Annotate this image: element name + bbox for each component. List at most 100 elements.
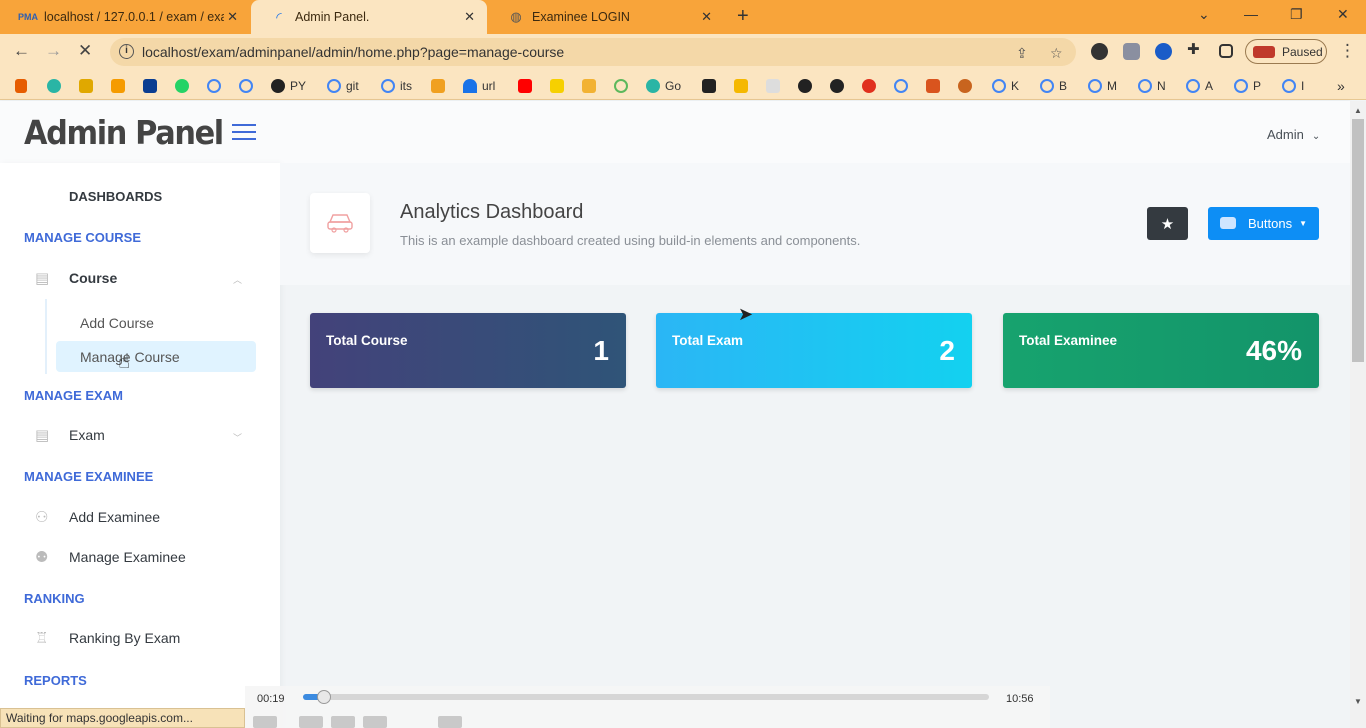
video-total: 10:56 xyxy=(1006,693,1034,705)
site-info-icon[interactable]: i xyxy=(119,44,134,59)
menu-icon[interactable]: ⋮ xyxy=(1339,41,1356,61)
settings-icon[interactable] xyxy=(438,716,462,728)
bookmark-item[interactable] xyxy=(734,78,753,94)
close-icon[interactable]: ✕ xyxy=(464,9,475,25)
rewind-icon[interactable] xyxy=(299,716,323,728)
avatar xyxy=(1253,46,1275,58)
bookmark-a[interactable]: A xyxy=(1186,78,1213,94)
bookmark-item[interactable] xyxy=(79,78,98,94)
bookmark-py[interactable]: PY xyxy=(271,78,306,94)
forward-icon[interactable]: → xyxy=(45,41,62,61)
business-icon xyxy=(1220,217,1236,229)
stop-icon[interactable] xyxy=(331,716,355,728)
bookmark-k[interactable]: K xyxy=(992,78,1019,94)
sidebar-item-add-course[interactable]: Add Course xyxy=(80,315,154,331)
bookmark-item[interactable] xyxy=(798,78,817,94)
user-dropdown[interactable]: Admin ⌄ xyxy=(1267,127,1320,142)
share-icon[interactable]: ⇪ xyxy=(1016,45,1028,62)
more-bookmarks-icon[interactable]: » xyxy=(1337,78,1345,94)
sidebar-item-exam[interactable]: ▤ Exam xyxy=(35,427,105,444)
sidebar-item-ranking-by-exam[interactable]: ♖ Ranking By Exam xyxy=(35,630,181,647)
bookmark-item[interactable] xyxy=(926,78,945,94)
sidebar-item-label: Ranking By Exam xyxy=(69,630,181,646)
vertical-scrollbar[interactable]: ▲ ▼ xyxy=(1350,101,1366,728)
tab-examinee-login[interactable]: ◍ Examinee LOGIN ✕ xyxy=(488,0,724,34)
scroll-up-icon[interactable]: ▲ xyxy=(1354,106,1362,115)
scrollbar-thumb[interactable] xyxy=(1352,119,1364,362)
pause-icon[interactable] xyxy=(253,716,277,728)
profile-button[interactable]: Paused xyxy=(1245,39,1327,64)
scroll-down-icon[interactable]: ▼ xyxy=(1354,697,1362,706)
sidebar-heading-dashboards[interactable]: DASHBOARDS xyxy=(69,189,162,204)
bookmark-item[interactable] xyxy=(958,78,977,94)
bookmark-item[interactable] xyxy=(15,78,32,94)
close-icon[interactable]: ✕ xyxy=(701,9,712,25)
add-user-icon: ⚇ xyxy=(35,509,49,526)
window-close-icon[interactable]: ✕ xyxy=(1337,6,1349,23)
bookmark-item[interactable] xyxy=(614,78,633,94)
bookmark-item[interactable] xyxy=(143,78,162,94)
bookmark-item[interactable] xyxy=(431,78,450,94)
video-seek-handle[interactable] xyxy=(316,690,331,704)
card-label: Total Course xyxy=(326,333,408,348)
sidebar-item-course[interactable]: ▤ Course xyxy=(35,270,117,287)
bookmark-its[interactable]: its xyxy=(381,78,412,94)
tab-phpmyadmin[interactable]: PMA localhost / 127.0.0.1 / exam / exa ✕ xyxy=(0,0,250,34)
close-icon[interactable]: ✕ xyxy=(227,9,238,25)
submenu-line xyxy=(45,299,47,374)
tab-title: Admin Panel. xyxy=(295,10,370,24)
favorite-button[interactable]: ★ xyxy=(1147,207,1188,240)
whatsapp-icon[interactable] xyxy=(175,78,194,94)
bookmark-p[interactable]: P xyxy=(1234,78,1261,94)
google-icon[interactable] xyxy=(894,78,913,94)
video-elapsed: 00:19 xyxy=(257,693,285,705)
google-icon xyxy=(1234,79,1248,93)
sidebar-heading-reports: REPORTS xyxy=(24,673,87,688)
bookmark-b[interactable]: B xyxy=(1040,78,1067,94)
document-icon: ▤ xyxy=(35,427,50,444)
minimize-icon[interactable]: — xyxy=(1244,6,1258,22)
app-logo[interactable]: Admin Panel xyxy=(24,113,224,152)
bookmark-item[interactable] xyxy=(111,78,130,94)
buttons-dropdown[interactable]: Buttons ▼ xyxy=(1208,207,1319,240)
sidepanel-icon[interactable] xyxy=(1219,44,1233,58)
sidebar-item-add-examinee[interactable]: ⚇ Add Examinee xyxy=(35,509,160,526)
bookmark-git[interactable]: git xyxy=(327,78,359,94)
bookmark-go[interactable]: Go xyxy=(646,78,681,94)
sidebar-item-manage-examinee[interactable]: ⚉ Manage Examinee xyxy=(35,549,186,566)
bookmark-n[interactable]: N xyxy=(1138,78,1166,94)
bookmark-item[interactable] xyxy=(702,78,721,94)
panda-extension-icon[interactable] xyxy=(1091,43,1108,60)
bookmark-item[interactable] xyxy=(766,78,785,94)
google-icon[interactable] xyxy=(239,78,258,94)
wifi-icon xyxy=(463,79,477,93)
bookmarks-bar: PY git its url Go K B M N A P I » xyxy=(0,70,1366,100)
bookmark-item[interactable] xyxy=(830,78,849,94)
restore-icon[interactable]: ❐ xyxy=(1290,6,1303,23)
bookmark-item[interactable] xyxy=(862,78,881,94)
bookmark-item[interactable] xyxy=(582,78,601,94)
bookmark-url[interactable]: url xyxy=(463,78,495,94)
back-icon[interactable]: ← xyxy=(13,41,30,61)
card-label: Total Examinee xyxy=(1019,333,1118,348)
url-input[interactable]: i localhost/exam/adminpanel/admin/home.p… xyxy=(110,38,1076,66)
at-extension-icon[interactable] xyxy=(1155,43,1172,60)
new-tab-icon[interactable]: + xyxy=(737,5,749,28)
bookmark-m[interactable]: M xyxy=(1088,78,1117,94)
stop-loading-icon[interactable]: ✕ xyxy=(78,41,92,61)
user-name: Admin xyxy=(1267,127,1304,142)
tab-admin-panel[interactable]: ◜ Admin Panel. ✕ xyxy=(251,0,487,34)
video-seek-bar[interactable] xyxy=(303,690,989,704)
google-icon xyxy=(1282,79,1296,93)
puzzle-icon[interactable]: ✚ xyxy=(1187,40,1204,58)
forward-icon[interactable] xyxy=(363,716,387,728)
extension-icon[interactable] xyxy=(1123,43,1140,60)
tab-search-icon[interactable]: ⌄ xyxy=(1198,6,1210,23)
bookmark-item[interactable] xyxy=(550,78,569,94)
hamburger-menu-icon[interactable] xyxy=(232,124,256,140)
google-icon[interactable] xyxy=(207,78,226,94)
youtube-icon[interactable] xyxy=(518,78,537,94)
bookmark-star-icon[interactable]: ☆ xyxy=(1050,45,1063,62)
bookmark-item[interactable] xyxy=(47,78,66,94)
bookmark-i[interactable]: I xyxy=(1282,78,1304,94)
